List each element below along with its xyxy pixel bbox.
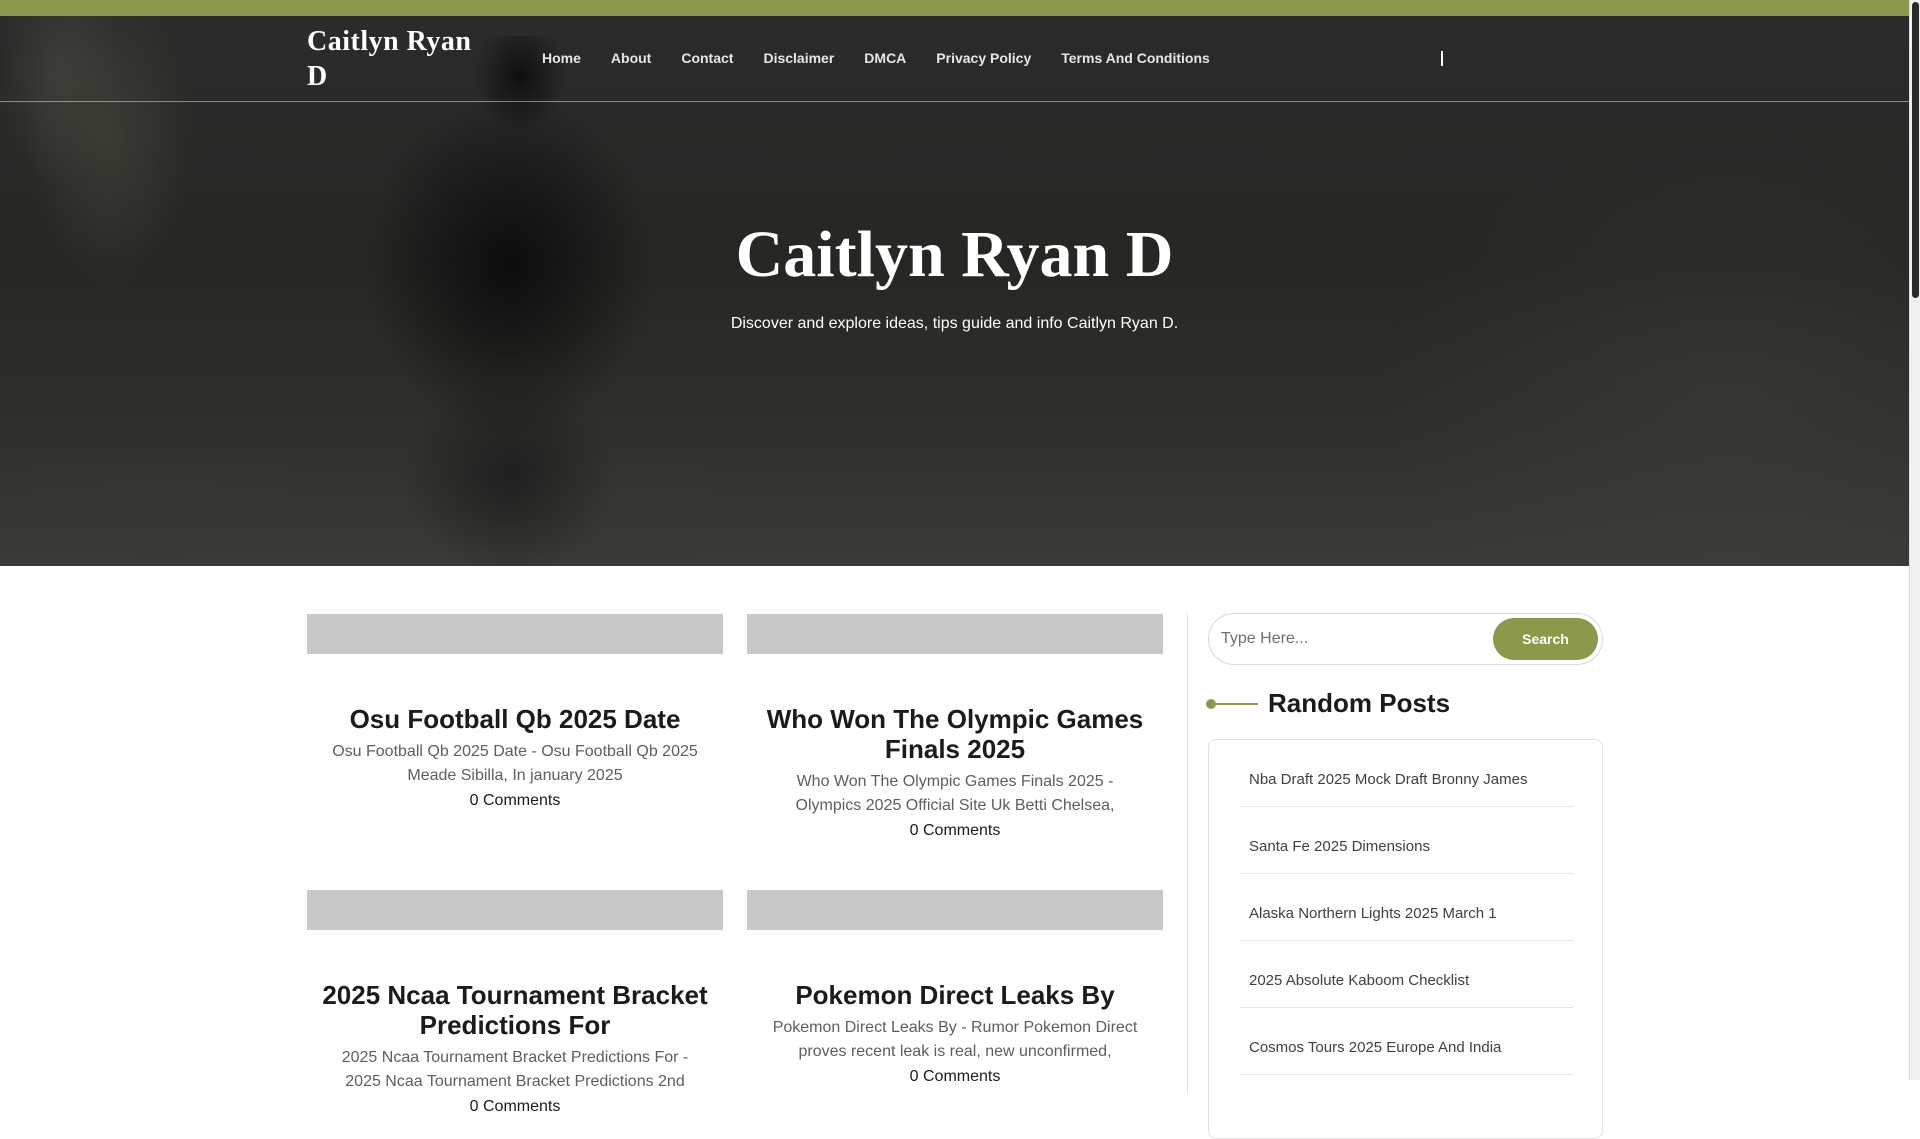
scrollbar-thumb[interactable] [1912, 2, 1919, 298]
post-thumbnail[interactable] [307, 614, 723, 654]
hero-subtitle: Discover and explore ideas, tips guide a… [730, 315, 1179, 332]
post-excerpt: Osu Football Qb 2025 Date - Osu Football… [332, 743, 698, 784]
random-post-link[interactable]: Cosmos Tours 2025 Europe And India [1239, 1008, 1574, 1075]
sidebar-search: Search [1208, 613, 1603, 665]
post-excerpt: Pokemon Direct Leaks By - Rumor Pokemon … [772, 1019, 1138, 1060]
main-nav: Home About Contact Disclaimer DMCA Priva… [542, 50, 1240, 68]
random-posts-heading: Random Posts [1206, 688, 1451, 719]
post-title[interactable]: Who Won The Olympic Games Finals 2025 [747, 704, 1163, 764]
post-comments-count[interactable]: 0 Comments [747, 1066, 1163, 1088]
nav-about[interactable]: About [611, 50, 651, 66]
post-thumbnail[interactable] [747, 890, 1163, 930]
post-card: Who Won The Olympic Games Finals 2025 Wh… [747, 614, 1163, 842]
nav-dmca[interactable]: DMCA [864, 50, 906, 66]
page-scrollbar[interactable] [1909, 0, 1920, 1080]
text-cursor-icon [1441, 51, 1443, 66]
main-content: Osu Football Qb 2025 Date Osu Football Q… [0, 566, 1909, 1139]
post-title[interactable]: Pokemon Direct Leaks By [747, 980, 1163, 1010]
hero-title: Caitlyn Ryan D [735, 218, 1174, 291]
random-post-link[interactable]: Nba Draft 2025 Mock Draft Bronny James [1239, 740, 1574, 807]
sidebar-divider [1187, 613, 1188, 1093]
search-input[interactable] [1219, 622, 1459, 656]
post-card: Osu Football Qb 2025 Date Osu Football Q… [307, 614, 723, 812]
nav-privacy-policy[interactable]: Privacy Policy [936, 50, 1031, 66]
post-excerpt: Who Won The Olympic Games Finals 2025 - … [795, 773, 1115, 814]
post-comments-count[interactable]: 0 Comments [747, 820, 1163, 842]
nav-home[interactable]: Home [542, 50, 581, 66]
random-posts-list: Nba Draft 2025 Mock Draft Bronny James S… [1209, 740, 1602, 1075]
post-title[interactable]: 2025 Ncaa Tournament Bracket Predictions… [307, 980, 723, 1040]
post-title[interactable]: Osu Football Qb 2025 Date [307, 704, 723, 734]
top-accent-strip [0, 0, 1909, 16]
post-thumbnail[interactable] [307, 890, 723, 930]
random-post-link[interactable]: 2025 Absolute Kaboom Checklist [1239, 941, 1574, 1008]
nav-terms-and-conditions[interactable]: Terms And Conditions [1061, 50, 1210, 66]
random-posts-title: Random Posts [1268, 688, 1451, 718]
hero-hiker-silhouette [230, 36, 750, 566]
random-post-link[interactable]: Alaska Northern Lights 2025 March 1 [1239, 874, 1574, 941]
post-comments-count[interactable]: 0 Comments [307, 1096, 723, 1118]
site-brand[interactable]: Caitlyn Ryan D [307, 24, 497, 94]
post-card: 2025 Ncaa Tournament Bracket Predictions… [307, 890, 723, 1118]
top-navbar: Caitlyn Ryan D Home About Contact Discla… [0, 16, 1909, 102]
heading-accent-line-icon [1206, 698, 1258, 709]
post-comments-count[interactable]: 0 Comments [307, 790, 723, 812]
nav-contact[interactable]: Contact [681, 50, 733, 66]
random-posts-widget: Nba Draft 2025 Mock Draft Bronny James S… [1208, 739, 1603, 1139]
post-excerpt: 2025 Ncaa Tournament Bracket Predictions… [341, 1049, 689, 1090]
nav-disclaimer[interactable]: Disclaimer [763, 50, 834, 66]
random-post-link[interactable]: Santa Fe 2025 Dimensions [1239, 807, 1574, 874]
post-card: Pokemon Direct Leaks By Pokemon Direct L… [747, 890, 1163, 1088]
heading-dot-icon [1206, 698, 1216, 709]
post-thumbnail[interactable] [747, 614, 1163, 654]
search-button[interactable]: Search [1493, 618, 1598, 660]
